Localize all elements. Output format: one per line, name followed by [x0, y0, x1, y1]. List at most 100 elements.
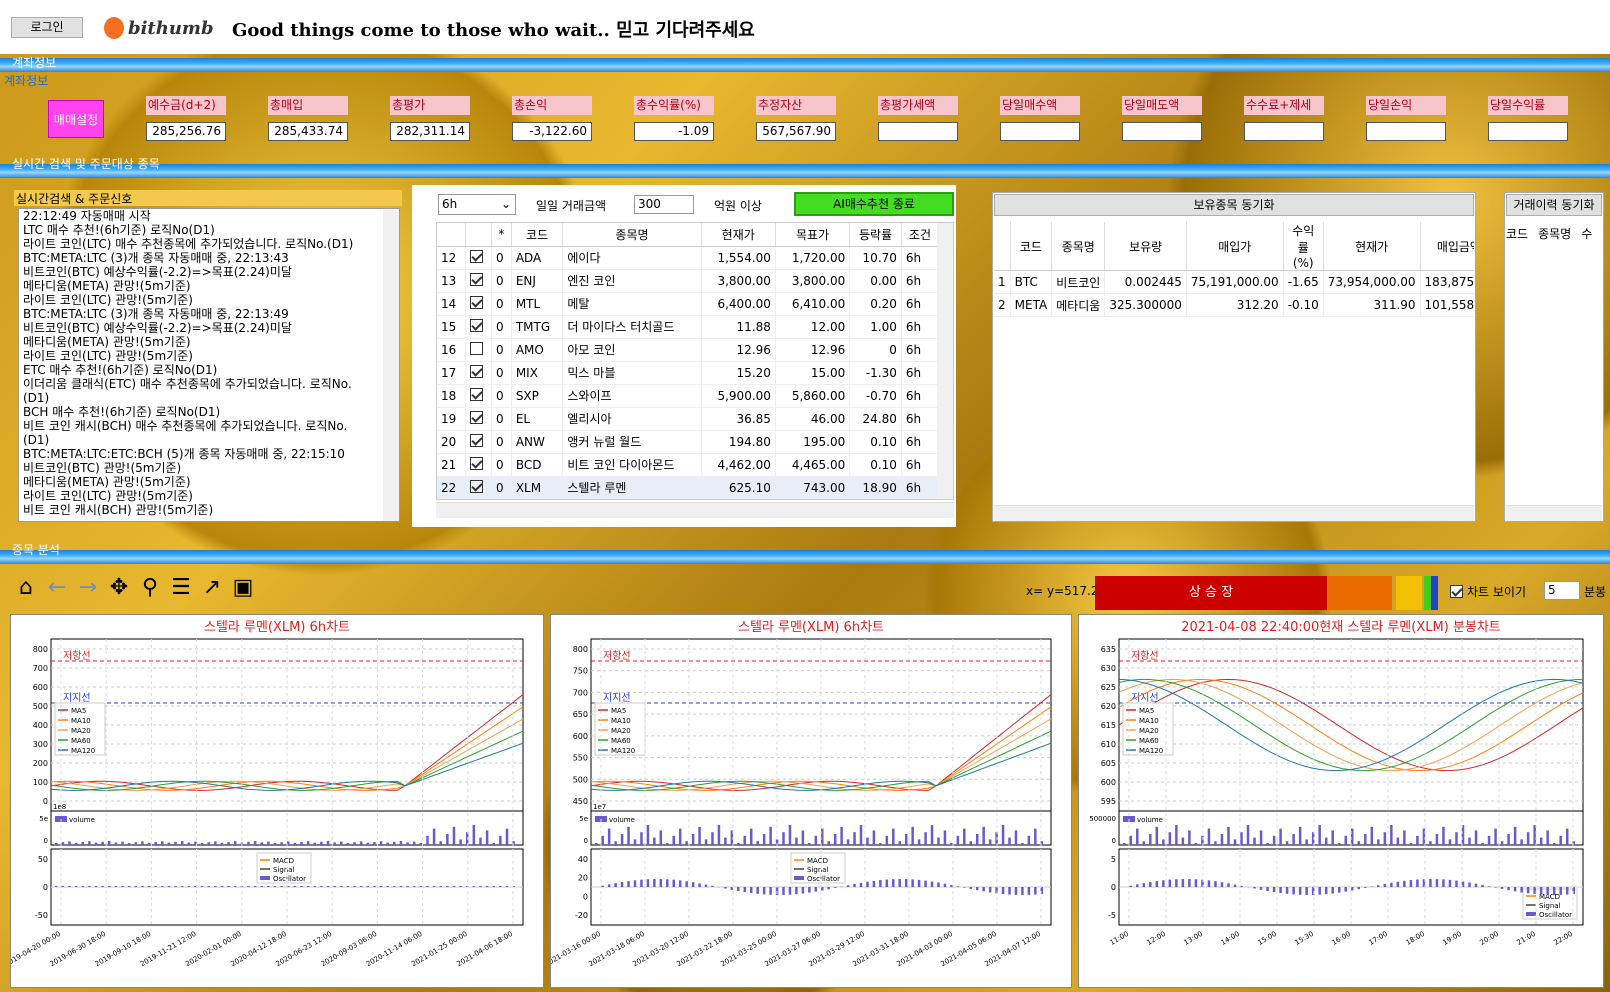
show-chart-checkbox[interactable]: [1450, 585, 1463, 598]
history-column-header[interactable]: 종목명: [1538, 227, 1571, 241]
watch-column-header[interactable]: 목표가: [775, 223, 851, 247]
volume-bar: [426, 835, 429, 845]
row-checkbox-cell[interactable]: [465, 430, 493, 454]
osc-bar: [1383, 884, 1387, 887]
account-field-value[interactable]: [1000, 122, 1080, 141]
history-hscroll[interactable]: [1506, 505, 1602, 521]
forward-arrow-icon[interactable]: →: [74, 575, 102, 600]
log-scrollbar[interactable]: [383, 209, 399, 521]
row-checkbox-cell[interactable]: [465, 476, 493, 499]
account-field-value[interactable]: 567,567.90: [756, 122, 836, 141]
row-checkbox[interactable]: [469, 295, 483, 309]
row-checkbox[interactable]: [469, 479, 483, 493]
row-checkbox-cell[interactable]: [465, 453, 493, 477]
configure-icon[interactable]: ☰: [167, 575, 195, 600]
holdings-hscroll[interactable]: [994, 505, 1474, 521]
watch-row[interactable]: 20 0 ANW 앵커 뉴럴 월드 194.80 195.00 0.10 6h: [437, 430, 940, 454]
account-field-value[interactable]: -1.09: [634, 122, 714, 141]
osc-bar: [280, 886, 283, 887]
edit-axis-icon[interactable]: ↗: [198, 575, 226, 600]
interval-select[interactable]: 6h ⌄: [438, 194, 516, 215]
zoom-icon[interactable]: ⚲: [136, 575, 164, 600]
watch-column-header[interactable]: 등락률: [849, 223, 902, 247]
watch-vscroll[interactable]: [937, 223, 953, 499]
row-checkbox[interactable]: [469, 433, 483, 447]
holdings-column-header[interactable]: 보유량: [1104, 222, 1187, 271]
row-checkbox-cell[interactable]: [465, 292, 493, 316]
log-line: 비트코인(BTC) 관망!(5m기준): [23, 461, 182, 475]
y-tick-label: 0: [43, 797, 48, 806]
row-checkbox[interactable]: [469, 410, 483, 424]
holdings-column-header[interactable]: 종목명: [1051, 222, 1106, 271]
row-checkbox[interactable]: [469, 364, 483, 378]
account-field-value[interactable]: [1244, 122, 1324, 141]
history-column-header[interactable]: 코드: [1506, 227, 1528, 241]
account-field-value[interactable]: [1366, 122, 1446, 141]
watch-row[interactable]: 18 0 SXP 스와이프 5,900.00 5,860.00 -0.70 6h: [437, 384, 940, 408]
watch-row[interactable]: 19 0 EL 엘리시아 36.85 46.00 24.80 6h: [437, 407, 940, 431]
holdings-column-header[interactable]: 매입금액: [1420, 222, 1474, 271]
watch-column-header[interactable]: 조건: [901, 223, 940, 247]
row-checkbox-cell[interactable]: [465, 315, 493, 339]
holdings-column-header[interactable]: [994, 222, 1011, 271]
save-icon[interactable]: ▣: [229, 575, 257, 600]
account-field-value[interactable]: -3,122.60: [512, 122, 592, 141]
history-column-header[interactable]: 수: [1581, 227, 1592, 241]
row-checkbox-cell[interactable]: [465, 246, 493, 270]
holdings-sync-button[interactable]: 보유종목 동기화: [994, 194, 1474, 216]
watch-column-header[interactable]: 현재가: [701, 223, 776, 247]
login-button[interactable]: 로그인: [11, 17, 83, 38]
watch-row[interactable]: 14 0 MTL 메탈 6,400.00 6,410.00 0.20 6h: [437, 292, 940, 316]
watch-row[interactable]: 13 0 ENJ 엔진 코인 3,800.00 3,800.00 0.00 6h: [437, 269, 940, 293]
holdings-row[interactable]: 2 META 메타디움 325.300000 312.20 -0.10 311.90 101,…: [994, 293, 1474, 317]
row-checkbox[interactable]: [469, 272, 483, 286]
volume-bar: [1494, 828, 1497, 845]
row-checkbox-cell[interactable]: [465, 384, 493, 408]
account-field-value[interactable]: 282,311.14: [390, 122, 470, 141]
account-field-value[interactable]: [1488, 122, 1568, 141]
pan-icon[interactable]: ✥: [105, 575, 133, 600]
row-number: 22: [437, 476, 466, 499]
watch-row[interactable]: 15 0 TMTG 더 마이다스 터치골드 11.88 12.00 1.00 6h: [437, 315, 940, 339]
volume-bar: [61, 842, 65, 845]
holdings-column-header[interactable]: 수익률(%): [1283, 222, 1324, 271]
watch-column-header[interactable]: 코드: [511, 223, 564, 247]
show-chart-toggle[interactable]: 차트 보이기: [1450, 583, 1526, 600]
watch-column-header[interactable]: [465, 223, 493, 247]
row-checkbox[interactable]: [469, 341, 483, 355]
watch-column-header[interactable]: *: [491, 223, 512, 247]
ai-recommend-stop-button[interactable]: AI매수추천 종료: [794, 192, 954, 216]
account-field-value[interactable]: [878, 122, 958, 141]
row-checkbox[interactable]: [469, 318, 483, 332]
watch-row[interactable]: 16 0 AMO 아모 코인 12.96 12.96 0 6h: [437, 338, 940, 362]
minute-stepper[interactable]: 5: [1544, 581, 1580, 600]
watch-row[interactable]: 21 0 BCD 비트 코인 다이아몬드 4,462.00 4,465.00 0.10 6h: [437, 453, 940, 477]
row-checkbox[interactable]: [469, 387, 483, 401]
holdings-column-header[interactable]: 코드: [1010, 222, 1053, 271]
back-arrow-icon[interactable]: ←: [43, 575, 71, 600]
watch-row[interactable]: 12 0 ADA 에이다 1,554.00 1,720.00 10.70 6h: [437, 246, 940, 270]
volume-bar: [1021, 843, 1024, 845]
row-checkbox-cell[interactable]: [465, 269, 493, 293]
holdings-row[interactable]: 1 BTC 비트코인 0.002445 75,191,000.00 -1.65 73,954…: [994, 270, 1474, 294]
trade-setting-button[interactable]: 매매설정: [48, 100, 104, 138]
history-sync-button[interactable]: 거래이력 동기화: [1506, 194, 1602, 216]
row-checkbox-cell[interactable]: [465, 338, 493, 362]
home-icon[interactable]: ⌂: [12, 575, 40, 600]
row-checkbox[interactable]: [469, 249, 483, 263]
holdings-column-header[interactable]: 매입가: [1186, 222, 1284, 271]
watch-row[interactable]: 22 0 XLM 스텔라 루멘 625.10 743.00 18.90 6h: [437, 476, 940, 499]
account-field-value[interactable]: 285,433.74: [268, 122, 348, 141]
row-checkbox-cell[interactable]: [465, 407, 493, 431]
log-panel[interactable]: 22:12:49 자동매매 시작 LTC 매수 추천!(6h기준) 로직No(D1…: [18, 208, 400, 522]
account-field-value[interactable]: [1122, 122, 1202, 141]
watch-hscroll[interactable]: [436, 502, 954, 518]
row-checkbox[interactable]: [469, 456, 483, 470]
account-field-value[interactable]: 285,256.76: [146, 122, 226, 141]
amount-input[interactable]: 300: [634, 195, 694, 214]
row-checkbox-cell[interactable]: [465, 361, 493, 385]
watch-row[interactable]: 17 0 MIX 믹스 마블 15.20 15.00 -1.30 6h: [437, 361, 940, 385]
volume-bar: [161, 841, 164, 845]
holdings-column-header[interactable]: 현재가: [1323, 222, 1421, 271]
watch-column-header[interactable]: 종목명: [562, 223, 702, 247]
